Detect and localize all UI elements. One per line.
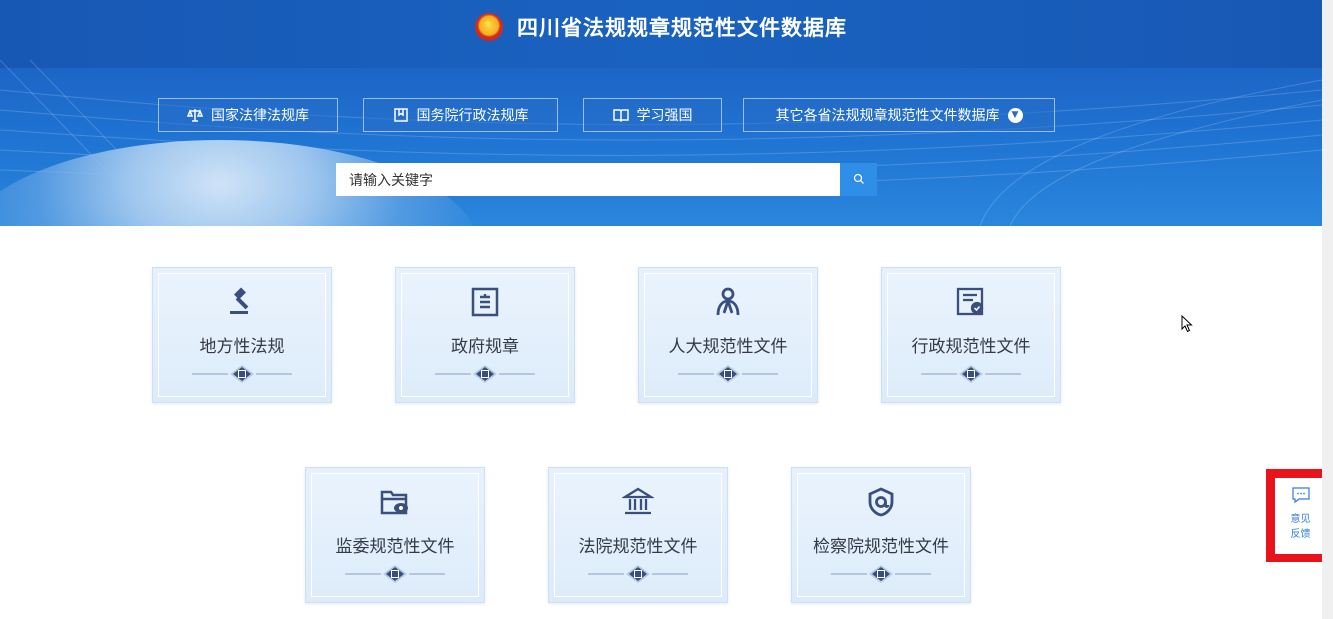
card-decoration: [639, 363, 817, 385]
page-scrollbar[interactable]: [1322, 0, 1333, 619]
chat-bubble-icon: [1291, 486, 1311, 508]
form-check-icon: [882, 286, 1060, 318]
scales-icon: [187, 107, 203, 123]
card-label: 法院规范性文件: [578, 537, 698, 557]
header-banner: 四川省法规规章规范性文件数据库 国家法律法规库 国务院行政法规库 学习强国 其它…: [0, 0, 1322, 226]
card-label: 行政规范性文件: [911, 337, 1031, 357]
courthouse-icon: [549, 486, 727, 518]
document-icon: [396, 286, 574, 318]
card-decoration: [153, 363, 331, 385]
chevron-down-icon: ▼: [1007, 107, 1023, 123]
nav-national-laws-button[interactable]: 国家法律法规库: [158, 98, 338, 132]
category-card-government-rules[interactable]: 政府规章: [395, 267, 575, 403]
shield-target-icon: [792, 486, 970, 518]
feedback-label: 意见 反馈: [1291, 512, 1311, 542]
category-card-procuratorate-documents[interactable]: 检察院规范性文件: [791, 467, 971, 603]
category-card-local-regulations[interactable]: 地方性法规: [152, 267, 332, 403]
card-decoration: [792, 563, 970, 585]
card-label: 地方性法规: [199, 337, 285, 357]
card-label: 监委规范性文件: [335, 537, 455, 557]
page-title: 四川省法规规章规范性文件数据库: [0, 12, 1322, 42]
nav-xuexi-button[interactable]: 学习强国: [583, 98, 722, 132]
nav-other-provinces-dropdown[interactable]: 其它各省法规规章规范性文件数据库 ▼: [743, 98, 1055, 132]
card-decoration: [396, 363, 574, 385]
card-decoration: [306, 563, 484, 585]
category-card-npc-documents[interactable]: 人大规范性文件: [638, 267, 818, 403]
card-label: 政府规章: [451, 337, 519, 357]
nav-label: 国家法律法规库: [211, 108, 309, 124]
page-title-text: 四川省法规规章规范性文件数据库: [517, 16, 847, 40]
folder-eye-icon: [306, 486, 484, 518]
nav-label: 学习强国: [636, 108, 693, 124]
category-card-administrative-documents[interactable]: 行政规范性文件: [881, 267, 1061, 403]
search-button[interactable]: [840, 163, 877, 196]
card-decoration: [882, 363, 1060, 385]
search-bar: [336, 163, 877, 196]
open-book-icon: [612, 107, 629, 123]
feedback-panel: 意见 反馈: [1275, 478, 1326, 554]
category-card-supervision-documents[interactable]: 监委规范性文件: [305, 467, 485, 603]
card-label: 检察院规范性文件: [813, 537, 949, 557]
card-label: 人大规范性文件: [668, 337, 788, 357]
category-card-court-documents[interactable]: 法院规范性文件: [548, 467, 728, 603]
nav-label: 其它各省法规规章规范性文件数据库: [775, 108, 1000, 124]
search-icon: [853, 170, 865, 189]
card-decoration: [549, 563, 727, 585]
mouse-cursor-icon: [1181, 314, 1193, 337]
gavel-icon: [153, 286, 331, 318]
feedback-line1: 意见: [1290, 514, 1311, 525]
bookmark-icon: [393, 107, 409, 123]
feedback-line2: 反馈: [1290, 529, 1311, 540]
people-icon: [639, 286, 817, 318]
national-emblem-icon: [475, 13, 503, 41]
nav-label: 国务院行政法规库: [416, 108, 529, 124]
search-input[interactable]: [336, 163, 840, 196]
nav-state-council-button[interactable]: 国务院行政法规库: [363, 98, 558, 132]
